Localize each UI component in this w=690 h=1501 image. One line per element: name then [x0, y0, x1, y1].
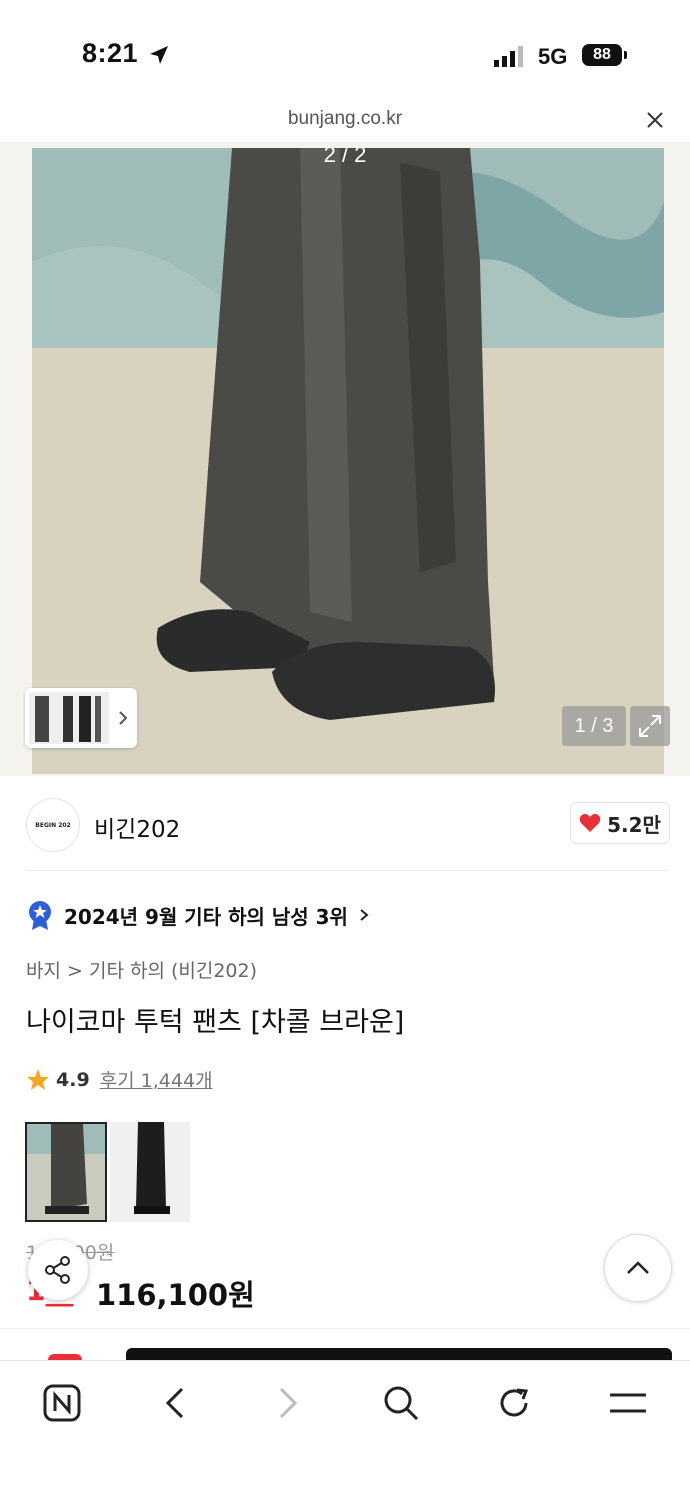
store-logo[interactable]: BEGIN 202	[26, 798, 80, 852]
thumbnail-strip[interactable]	[25, 688, 137, 748]
product-photo-illustration	[0, 142, 690, 776]
ranking-badge[interactable]: 2024년 9월 기타 하의 남성 3위	[26, 898, 370, 932]
variant-image	[27, 1124, 105, 1220]
status-time: 8:21	[82, 38, 139, 68]
url-text: bunjang.co.kr	[287, 108, 403, 129]
image-counter: 2 / 2	[323, 142, 367, 167]
rating-score: 4.9	[56, 1068, 90, 1091]
battery-tip	[624, 51, 627, 59]
expand-icon	[639, 715, 661, 737]
refresh-button[interactable]	[484, 1379, 544, 1427]
battery-icon: 88	[582, 44, 622, 66]
rank-medal-icon	[29, 901, 51, 930]
chevron-left-icon	[165, 1387, 184, 1419]
menu-button[interactable]	[598, 1379, 658, 1427]
heart-icon	[579, 813, 601, 832]
naver-n-icon	[43, 1384, 81, 1422]
page-indicator: 1 / 3	[562, 706, 626, 746]
chevron-up-icon	[627, 1261, 649, 1274]
rank-text: 2024년 9월 기타 하의 남성 3위	[64, 904, 348, 929]
close-icon[interactable]	[645, 110, 665, 130]
browser-toolbar	[0, 1360, 690, 1501]
share-button[interactable]	[28, 1240, 88, 1300]
back-button[interactable]	[145, 1379, 205, 1427]
search-button[interactable]	[371, 1379, 431, 1427]
store-row[interactable]: BEGIN 202 비긴202 5.2만	[0, 790, 690, 866]
url-bar[interactable]: bunjang.co.kr	[0, 100, 690, 142]
rating-row[interactable]: 4.9 후기 1,444개	[26, 1066, 213, 1093]
product-image[interactable]	[0, 142, 690, 776]
network-label: 5G	[538, 44, 568, 69]
variant-thumbnail[interactable]	[110, 1122, 190, 1222]
product-title: 나이코마 투턱 팬츠 [차콜 브라운]	[26, 1007, 405, 1038]
refresh-icon	[500, 1388, 529, 1417]
like-count: 5.2만	[607, 812, 661, 837]
hamburger-menu-icon	[610, 1393, 646, 1413]
expand-button[interactable]	[630, 706, 670, 746]
location-arrow-icon	[150, 46, 168, 64]
chevron-right-icon	[360, 909, 369, 921]
sale-price: 116,100원	[96, 1278, 255, 1312]
naver-home-button[interactable]	[32, 1379, 92, 1427]
like-button[interactable]: 5.2만	[570, 802, 670, 844]
buy-button[interactable]	[126, 1348, 672, 1360]
forward-button[interactable]	[258, 1379, 318, 1427]
chevron-right-icon	[279, 1387, 298, 1419]
store-name[interactable]: 비긴202	[94, 810, 180, 844]
scroll-top-button[interactable]	[604, 1234, 672, 1302]
review-link[interactable]: 후기 1,444개	[100, 1066, 213, 1093]
divider	[0, 1328, 690, 1329]
breadcrumb[interactable]: 바지 > 기타 하의 (비긴202)	[26, 956, 257, 983]
thumbnail-preview	[29, 692, 128, 744]
signal-icon	[494, 46, 523, 67]
variant-thumbnail-selected[interactable]	[25, 1122, 107, 1222]
share-icon	[45, 1256, 70, 1284]
divider	[26, 870, 668, 871]
status-bar: 8:21 5G 88	[0, 0, 690, 100]
search-icon	[384, 1386, 419, 1421]
variant-image	[110, 1122, 190, 1222]
star-icon	[27, 1068, 49, 1090]
